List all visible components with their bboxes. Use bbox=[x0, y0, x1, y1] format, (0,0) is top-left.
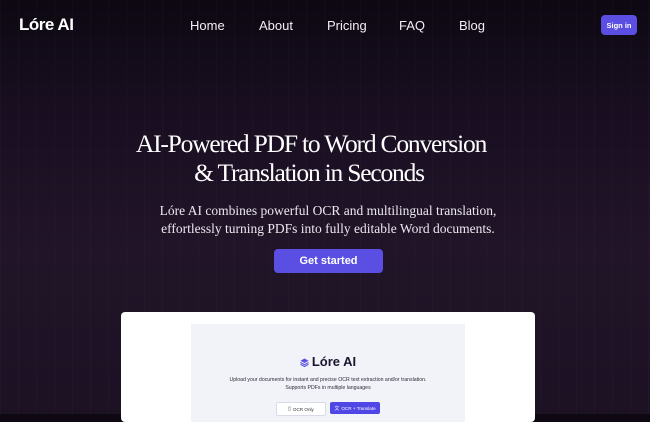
nav-links: Home About Pricing FAQ Blog bbox=[0, 18, 650, 34]
ocr-translate-button[interactable]: 文 OCR + Translate bbox=[330, 402, 380, 414]
app-logo: Lóre AI bbox=[191, 354, 465, 369]
top-navbar: Lóre AI Home About Pricing FAQ Blog Sign… bbox=[0, 0, 650, 50]
hero-subtitle-line-2: effortlessly turning PDFs into fully edi… bbox=[161, 220, 495, 236]
ocr-only-label: OCR Only bbox=[292, 406, 314, 412]
app-description: Upload your documents for instant and pr… bbox=[213, 377, 443, 392]
hero-title-line-1: AI-Powered PDF to Word Conversion bbox=[135, 129, 487, 158]
translate-icon: 文 bbox=[334, 405, 340, 412]
sign-in-button[interactable]: Sign in bbox=[601, 15, 637, 35]
app-preview-screen: Lóre AI Upload your documents for instan… bbox=[191, 324, 465, 422]
document-icon: ▯ bbox=[288, 406, 291, 412]
app-logo-text: Lóre AI bbox=[311, 354, 357, 369]
app-description-line-1: Upload your documents for instant and pr… bbox=[229, 377, 427, 383]
nav-link-home[interactable]: Home bbox=[190, 18, 225, 33]
hero-title-line-2: & Translation in Seconds bbox=[194, 158, 425, 187]
get-started-button[interactable]: Get started bbox=[274, 249, 383, 273]
nav-link-pricing[interactable]: Pricing bbox=[327, 18, 367, 33]
ocr-translate-label: OCR + Translate bbox=[341, 405, 376, 411]
hero-title: AI-Powered PDF to Word Conversion & Tran… bbox=[0, 129, 620, 187]
layers-icon bbox=[300, 358, 309, 367]
nav-link-about[interactable]: About bbox=[259, 18, 293, 33]
app-description-line-2: Supports PDFs in multiple languages bbox=[285, 384, 371, 391]
nav-link-blog[interactable]: Blog bbox=[459, 18, 485, 33]
hero-subtitle: Lóre AI combines powerful OCR and multil… bbox=[150, 202, 506, 237]
app-preview-card: Lóre AI Upload your documents for instan… bbox=[121, 312, 535, 422]
nav-link-faq[interactable]: FAQ bbox=[399, 18, 425, 33]
hero-subtitle-line-1: Lóre AI combines powerful OCR and multil… bbox=[159, 203, 497, 218]
